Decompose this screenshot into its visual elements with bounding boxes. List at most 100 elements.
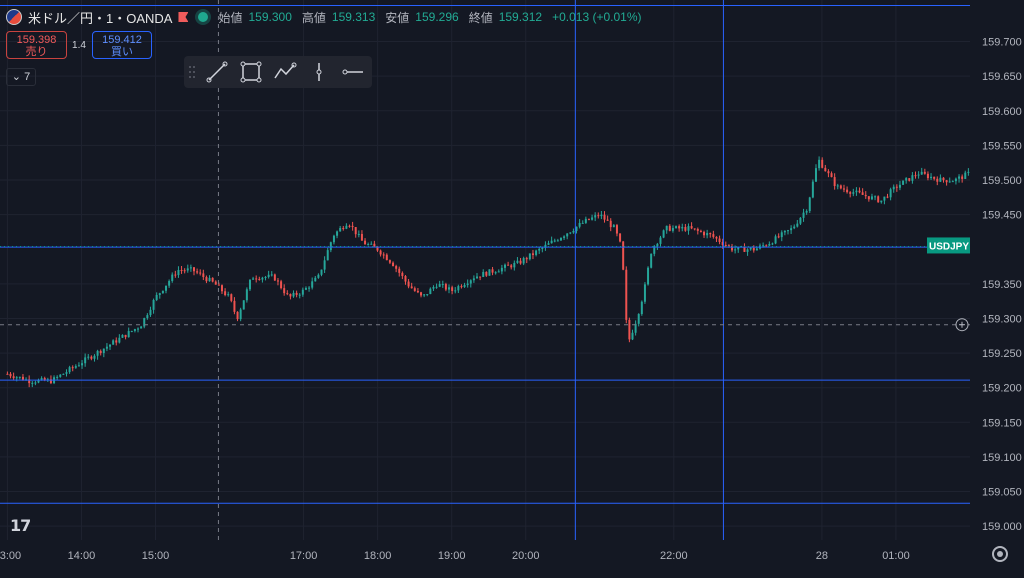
candle-body	[923, 171, 926, 174]
candle-body	[65, 372, 68, 374]
candle-body	[609, 220, 612, 228]
candle-body	[656, 243, 659, 247]
time-tick-label: 15:00	[142, 550, 170, 562]
price-tick-label: 159.300	[982, 313, 1022, 325]
candle-body	[364, 240, 367, 245]
high-value: 159.313	[331, 10, 376, 24]
indicators-count: 7	[24, 71, 31, 83]
candle-body	[559, 237, 562, 241]
gear-icon[interactable]	[992, 546, 1008, 562]
drawing-toolbar[interactable]	[184, 56, 372, 88]
candle-body	[889, 189, 892, 198]
candle-body	[326, 250, 329, 261]
candle-body	[908, 178, 911, 181]
candle-body	[252, 278, 255, 280]
candle-body	[503, 264, 506, 268]
candle-body	[814, 168, 817, 182]
candle-body	[911, 175, 914, 181]
candle-body	[121, 334, 124, 338]
candle-body	[693, 228, 696, 230]
time-tick-label: 14:00	[68, 550, 96, 562]
candle-body	[625, 269, 628, 320]
candle-body	[96, 350, 99, 356]
horizontal-ray-icon[interactable]	[336, 56, 370, 88]
symbol-name[interactable]: 米ドル／円・1・OANDA	[28, 8, 172, 27]
candle-body	[62, 373, 65, 375]
path-icon[interactable]	[268, 56, 302, 88]
candle-body	[242, 300, 245, 310]
candle-body	[392, 262, 395, 267]
candle-body	[317, 274, 320, 278]
rectangle-icon[interactable]	[234, 56, 268, 88]
price-tick-label: 159.500	[982, 175, 1022, 187]
time-axis: 13:00 14:00 15:00 17:00 18:00 19:00 20:00 22:00…	[0, 540, 970, 573]
candle-body	[805, 211, 808, 213]
candle-body	[429, 288, 432, 295]
candle-body	[12, 376, 15, 379]
buy-button[interactable]: 159.412 買い	[92, 31, 152, 59]
candle-body	[833, 177, 836, 187]
time-tick-label: 17:00	[290, 550, 318, 562]
drag-handle-icon[interactable]	[184, 56, 200, 88]
candle-body	[9, 373, 12, 377]
indicators-collapse-button[interactable]: ⌄ 7	[6, 68, 36, 86]
vertical-line-icon[interactable]	[302, 56, 336, 88]
candle-body	[463, 285, 466, 287]
sell-button[interactable]: 159.398 売り	[6, 31, 67, 59]
candle-body	[152, 299, 155, 310]
price-tick-label: 159.450	[982, 210, 1022, 222]
candle-body	[958, 176, 961, 179]
candle-body	[314, 277, 317, 282]
candle-body	[476, 276, 479, 279]
price-axis: 159.700 159.650 159.600 159.550 159.500 159.4…	[970, 0, 1024, 573]
candle-body	[671, 228, 674, 231]
candle-body	[917, 174, 920, 176]
candle-body	[143, 318, 146, 327]
flag-marker-icon[interactable]	[178, 12, 189, 22]
candle-body	[448, 287, 451, 290]
low-value: 159.296	[415, 10, 459, 24]
low-label: 安値	[385, 10, 410, 25]
candle-body	[323, 260, 326, 270]
candle-body	[420, 292, 423, 296]
candle-body	[385, 254, 388, 261]
candle-body	[432, 287, 435, 289]
price-chart[interactable]: 159.752159.403159.211159.033 2026-05-27 …	[0, 0, 1024, 573]
candle-body	[855, 190, 858, 193]
candle-body	[460, 286, 463, 288]
price-tick-label: 159.050	[982, 487, 1022, 499]
buy-price: 159.412	[102, 34, 142, 46]
candle-body	[332, 235, 335, 243]
chart-pane[interactable]: 159.752159.403159.211159.033 2026-05-27 …	[0, 0, 1024, 573]
crosshair-layer: 2026-05-27 (水) 15:51159.291USDJPY159.404…	[0, 0, 1023, 564]
candle-body	[631, 332, 634, 340]
candle-body	[550, 240, 553, 244]
candle-body	[724, 244, 727, 246]
candle-body	[196, 271, 199, 273]
candle-body	[774, 236, 777, 244]
candle-body	[301, 289, 304, 295]
price-tick-label: 159.150	[982, 417, 1022, 429]
price-tick-label: 159.200	[982, 383, 1022, 395]
candle-body	[606, 219, 609, 221]
candle-body	[951, 181, 954, 183]
candle-body	[158, 293, 161, 296]
candle-body	[799, 217, 802, 224]
candle-body	[18, 376, 21, 378]
candle-body	[286, 293, 289, 295]
candle-body	[846, 189, 849, 193]
candle-body	[435, 286, 438, 288]
candle-body	[451, 287, 454, 291]
trend-line-icon[interactable]	[200, 56, 234, 88]
tradingview-logo-icon[interactable]: 17	[10, 516, 31, 535]
candle-body	[964, 172, 967, 179]
symbol-header: 米ドル／円・1・OANDA 始値 159.300 高値 159.313 安値 159.…	[6, 6, 646, 28]
candle-body	[71, 367, 74, 369]
candle-body	[793, 226, 796, 229]
change-value: +0.013 (+0.01%)	[552, 10, 642, 24]
price-tick-label: 159.350	[982, 279, 1022, 291]
candle-body	[258, 278, 261, 280]
candle-body	[479, 276, 482, 278]
candle-body	[603, 214, 606, 220]
time-tick-label: 22:00	[660, 550, 688, 562]
